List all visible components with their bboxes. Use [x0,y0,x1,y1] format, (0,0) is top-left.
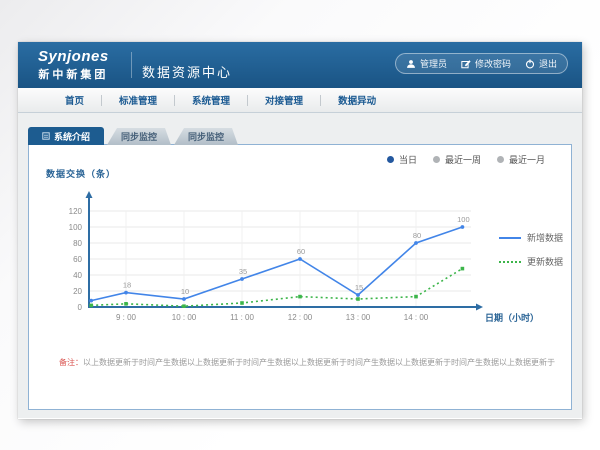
svg-text:40: 40 [73,271,82,280]
svg-text:35: 35 [239,267,247,276]
svg-text:12 : 00: 12 : 00 [288,313,313,322]
brand-logo: Synjones 新中新集团 [38,48,109,82]
tab-system-intro[interactable]: 系统介绍 [28,127,104,145]
page-background: Synjones 新中新集团 数据资源中心 管理员 [0,0,600,450]
nav-item-system-mgmt[interactable]: 系统管理 [175,93,247,107]
nav-item-standard-mgmt[interactable]: 标准管理 [102,93,174,107]
user-icon [406,59,416,69]
svg-text:日期（小时）: 日期（小时） [485,312,539,323]
chart-panel: 当日 最近一周 最近一月 数据交换（条） 0204060801001209 : … [28,144,572,410]
svg-text:120: 120 [69,207,83,216]
footnote: 备注：以上数据更新于时间产生数据以上数据更新于时间产生数据以上数据更新于时间产生… [59,357,559,368]
svg-text:10 : 00: 10 : 00 [172,313,197,322]
svg-text:10: 10 [181,287,189,296]
svg-text:80: 80 [413,231,421,240]
svg-text:11 : 00: 11 : 00 [230,313,254,322]
app-window: Synjones 新中新集团 数据资源中心 管理员 [18,42,582,419]
brand-logo-en: Synjones [38,48,109,65]
nav-item-home[interactable]: 首页 [48,93,101,107]
main-nav: 首页 标准管理 系统管理 对接管理 数据异动 [18,88,582,113]
tab-label: 系统介绍 [54,130,90,143]
tab-sync-monitor-1[interactable]: 同步监控 [107,128,171,145]
change-password-label: 修改密码 [475,57,511,70]
svg-text:14 : 00: 14 : 00 [404,313,429,322]
header-actions: 管理员 修改密码 退出 [395,53,568,74]
brand-logo-cn: 新中新集团 [38,66,109,82]
solid-line-swatch [499,237,521,239]
nav-item-data-change[interactable]: 数据异动 [321,93,393,107]
logout-label: 退出 [539,57,557,70]
legend-item-new-data[interactable]: 新增数据 [499,231,563,244]
change-password-button[interactable]: 修改密码 [461,57,511,70]
document-icon [42,132,50,140]
content-area: 系统介绍 同步监控 同步监控 当日 最近一周 [18,113,582,418]
series-legend: 新增数据 更新数据 [499,231,563,268]
svg-text:100: 100 [457,215,470,224]
svg-text:20: 20 [73,287,82,296]
logout-button[interactable]: 退出 [525,57,557,70]
svg-text:0: 0 [78,303,83,312]
svg-text:18: 18 [123,281,131,290]
admin-user-button[interactable]: 管理员 [406,57,447,70]
line-chart: 0 20 40 60 80 100 120 9 : 00 10 : 00 11 : 00 12 : … [29,145,571,340]
tab-label: 同步监控 [121,130,157,143]
tab-sync-monitor-2[interactable]: 同步监控 [174,128,238,145]
admin-user-label: 管理员 [420,57,447,70]
legend-label: 更新数据 [527,255,563,268]
svg-text:60: 60 [73,255,82,264]
nav-item-interface-mgmt[interactable]: 对接管理 [248,93,320,107]
tab-bar: 系统介绍 同步监控 同步监控 [28,127,238,145]
legend-item-update-data[interactable]: 更新数据 [499,255,563,268]
footnote-prefix: 备注： [59,358,83,367]
svg-text:60: 60 [297,247,305,256]
svg-text:100: 100 [69,223,83,232]
footnote-text: 以上数据更新于时间产生数据以上数据更新于时间产生数据以上数据更新于时间产生数据以… [83,358,555,367]
svg-text:9 : 00: 9 : 00 [116,313,137,322]
header-divider [131,52,132,78]
logout-icon [525,59,535,69]
edit-icon [461,59,471,69]
svg-text:15: 15 [355,283,363,292]
legend-label: 新增数据 [527,231,563,244]
svg-text:80: 80 [73,239,82,248]
svg-text:13 : 00: 13 : 00 [346,313,371,322]
app-header: Synjones 新中新集团 数据资源中心 管理员 [18,42,582,88]
app-title: 数据资源中心 [142,62,232,81]
tab-label: 同步监控 [188,130,224,143]
dotted-line-swatch [499,261,521,263]
